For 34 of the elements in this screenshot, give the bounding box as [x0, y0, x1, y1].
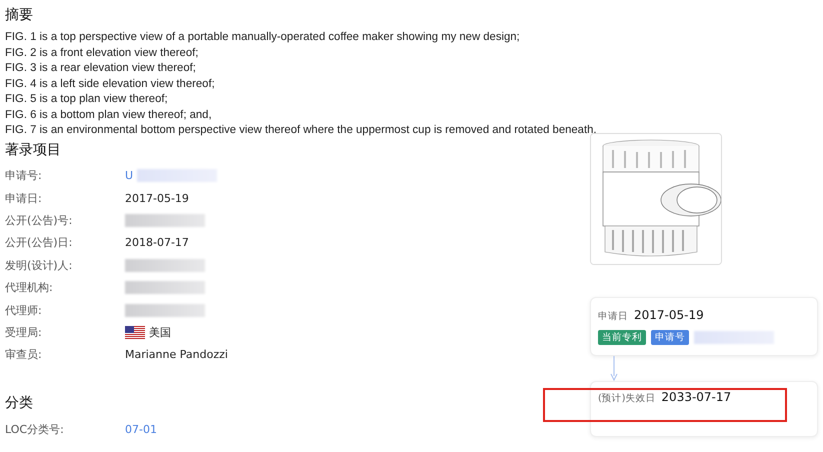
field-label: 申请号: [5, 168, 43, 184]
abstract-line: FIG. 5 is a top plan view thereof; [5, 92, 168, 107]
abstract-line: FIG. 2 is a front elevation view thereof; [5, 46, 198, 60]
date-text: 2033-07-17 [661, 390, 732, 404]
field-label: 审查员: [5, 347, 43, 362]
field-label: LOC分类号: [5, 422, 65, 437]
field-label: 代理师: [5, 302, 43, 318]
abstract-line: FIG. 3 is a rear elevation view thereof; [5, 61, 196, 76]
field-label: 发明(设计)人: [5, 258, 74, 273]
us-flag-icon [125, 326, 145, 339]
link-text[interactable]: U [125, 169, 134, 182]
field-label: 公开(公告)号: [5, 212, 74, 228]
value-text: 2017-05-19 [125, 192, 189, 205]
section-title: 分类 [5, 394, 33, 412]
abstract-line: FIG. 6 is a bottom plan view thereof; and, [5, 108, 212, 122]
field-label: 公开(公告)日: [5, 235, 74, 250]
abstract-line: FIG. 4 is a left side elevation view thereof; [5, 76, 215, 92]
abstract-line: FIG. 1 is a top perspective view of a portable manually-operated coffee maker showing my new design; [5, 30, 520, 45]
value-text: Marianne Pandozzi [125, 348, 228, 362]
date-label: 申请日 [598, 310, 628, 322]
value-text: 美国 [149, 324, 171, 340]
link-text[interactable]: 07-01 [125, 422, 157, 436]
section-title: 著录项目 [5, 140, 61, 158]
abstract-line: FIG. 7 is an environmental bottom perspective view thereof where the uppermost cup is removed and rotated beneath. [5, 123, 597, 138]
value-text: 2018-07-17 [125, 236, 189, 250]
status-tag: 申请号 [651, 330, 689, 344]
status-tag: 当前专利 [598, 330, 646, 344]
connector-arrow [610, 356, 618, 380]
field-label: 申请日: [5, 190, 43, 206]
section-title: 摘要 [5, 6, 33, 24]
date-label: (预计)失效日 [598, 392, 656, 404]
field-label: 代理机构: [5, 280, 54, 296]
date-text: 2017-05-19 [634, 308, 704, 322]
field-label: 受理局: [5, 324, 43, 340]
